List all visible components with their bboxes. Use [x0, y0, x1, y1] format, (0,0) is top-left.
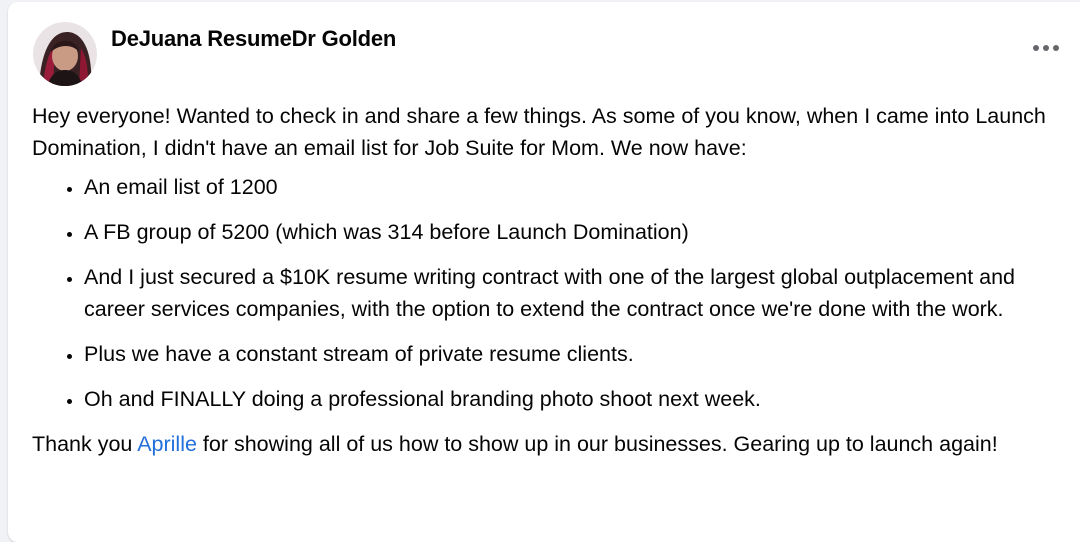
more-options-button[interactable] — [1028, 30, 1064, 66]
bullet-list: An email list of 1200 A FB group of 5200… — [32, 171, 1062, 415]
outro-text-after: for showing all of us how to show up in … — [196, 432, 998, 456]
list-item: And I just secured a $10K resume writing… — [84, 261, 1062, 325]
list-item: A FB group of 5200 (which was 314 before… — [84, 216, 1062, 248]
list-item: Plus we have a constant stream of privat… — [84, 338, 1062, 370]
post-card: DeJuana ResumeDr Golden Hey everyone! Wa… — [8, 2, 1080, 542]
post-outro: Thank you Aprille for showing all of us … — [32, 428, 1062, 460]
list-item: An email list of 1200 — [84, 171, 1062, 203]
list-item: Oh and FINALLY doing a professional bran… — [84, 383, 1062, 415]
post-intro: Hey everyone! Wanted to check in and sha… — [32, 104, 1046, 160]
mention-link[interactable]: Aprille — [137, 432, 197, 456]
avatar[interactable] — [33, 22, 97, 86]
post-body: Hey everyone! Wanted to check in and sha… — [32, 100, 1062, 460]
author-name[interactable]: DeJuana ResumeDr Golden — [111, 26, 396, 52]
more-horizontal-icon — [1033, 45, 1059, 51]
outro-text-before: Thank you — [32, 432, 138, 456]
